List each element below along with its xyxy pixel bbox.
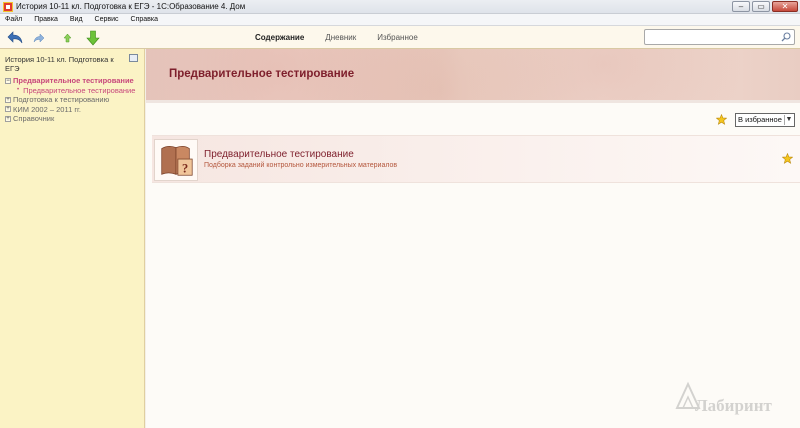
favorites-row: В избранное ▼ [146, 111, 800, 131]
down-arrow-icon [86, 30, 100, 46]
tree-item-pretest-child[interactable]: • Предварительное тестирование [5, 86, 143, 96]
sidebar-toggle-button[interactable] [129, 54, 138, 62]
menu-edit[interactable]: Правка [29, 16, 65, 23]
close-button[interactable]: ✕ [772, 1, 798, 12]
tree-item-pretest[interactable]: − Предварительное тестирование [5, 76, 143, 86]
search-input[interactable] [644, 29, 795, 45]
forward-arrow-icon [33, 33, 45, 43]
tab-favorites[interactable]: Избранное [377, 33, 418, 42]
search-icon[interactable] [781, 32, 791, 42]
menu-help[interactable]: Справка [126, 16, 165, 23]
bullet-icon: • [17, 86, 20, 93]
add-to-favorites-select[interactable]: В избранное ▼ [735, 113, 795, 127]
test-book-icon: ? [154, 139, 198, 181]
page-title: Предварительное тестирование [169, 68, 355, 80]
select-value: В избранное [738, 115, 782, 124]
collapse-icon[interactable]: − [5, 77, 11, 84]
card-title[interactable]: Предварительное тестирование [204, 149, 354, 160]
expand-icon[interactable]: + [5, 115, 11, 122]
tree-item-label: КИМ 2002 – 2011 гг. [13, 104, 81, 114]
tree-item-label: Предварительное тестирование [23, 85, 136, 95]
up-button[interactable] [58, 29, 76, 47]
section-banner: Предварительное тестирование [146, 49, 800, 103]
menu-file[interactable]: Файл [0, 16, 29, 23]
svg-text:?: ? [182, 161, 188, 175]
watermark-text: Лабиринт [695, 396, 772, 415]
menu-bar: Файл Правка Вид Сервис Справка [0, 14, 800, 26]
forward-button[interactable] [30, 29, 48, 47]
star-icon [716, 114, 727, 125]
tab-contents[interactable]: Содержание [255, 33, 304, 42]
toolbar: Содержание Дневник Избранное [0, 26, 800, 49]
expand-icon[interactable]: + [5, 106, 11, 113]
expand-icon[interactable]: + [5, 96, 11, 103]
maximize-button[interactable]: ▭ [752, 1, 770, 12]
app-icon [3, 1, 13, 12]
minimize-button[interactable]: – [732, 1, 750, 12]
tree-item-label: Подготовка к тестированию [13, 95, 110, 104]
back-arrow-icon [7, 31, 23, 44]
sidebar: История 10-11 кл. Подготовка к ЕГЭ − Пре… [0, 49, 145, 428]
tree-item-preparation[interactable]: + Подготовка к тестированию [5, 95, 143, 105]
tree-item-kim[interactable]: + КИМ 2002 – 2011 гг. [5, 105, 143, 115]
watermark-logo: Лабиринт [673, 380, 798, 420]
down-button[interactable] [84, 29, 102, 47]
chevron-down-icon[interactable]: ▼ [784, 115, 793, 125]
window-title-bar: История 10-11 кл. Подготовка к ЕГЭ - 1С:… [0, 0, 800, 14]
sidebar-title: История 10-11 кл. Подготовка к ЕГЭ [5, 55, 114, 73]
tree-item-reference[interactable]: + Справочник [5, 114, 143, 124]
up-arrow-icon [62, 33, 72, 43]
menu-view[interactable]: Вид [65, 16, 90, 23]
card-subtitle: Подборка заданий контрольно измерительны… [204, 162, 398, 169]
tree-item-label: Справочник [13, 114, 55, 123]
window-title: История 10-11 кл. Подготовка к ЕГЭ - 1С:… [16, 2, 246, 11]
contents-tree: − Предварительное тестирование • Предвар… [5, 76, 143, 124]
tab-diary[interactable]: Дневник [325, 33, 356, 42]
favorite-star-icon[interactable] [782, 153, 793, 164]
menu-service[interactable]: Сервис [90, 16, 126, 23]
back-button[interactable] [6, 29, 24, 47]
main-content: Предварительное тестирование В избранное… [146, 49, 800, 428]
content-card[interactable]: ? Предварительное тестирование Подборка … [152, 135, 800, 183]
tree-item-label: Предварительное тестирование [13, 76, 134, 85]
